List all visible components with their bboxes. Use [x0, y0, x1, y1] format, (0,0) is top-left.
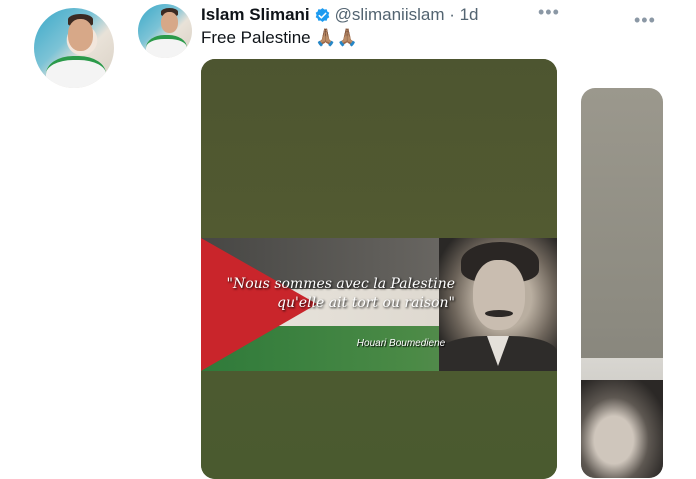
tweet-media-image[interactable]: "Nous sommes avec la Palestine qu'elle a…: [201, 59, 557, 479]
banner-author: Houari Boumediene: [356, 338, 446, 349]
portrait-photo: [439, 238, 557, 371]
adjacent-media-portrait: [581, 380, 663, 478]
author-name[interactable]: Islam Slimani: [201, 5, 310, 25]
profile-avatar-large[interactable]: [34, 8, 114, 88]
media-background-bottom: [201, 371, 557, 479]
tweet-header: Islam Slimani @slimaniislam · 1d: [201, 4, 479, 26]
palestine-banner: "Nous sommes avec la Palestine qu'elle a…: [201, 238, 557, 371]
avatar-face: [67, 19, 94, 52]
author-handle-time[interactable]: @slimaniislam · 1d: [335, 5, 479, 25]
more-options-icon[interactable]: •••: [538, 2, 560, 23]
portrait-mustache: [485, 310, 513, 317]
author-avatar[interactable]: [138, 4, 192, 58]
media-background: [201, 59, 557, 239]
avatar-face: [160, 11, 178, 34]
verified-badge-icon: [314, 7, 331, 24]
avatar-shirt: [46, 56, 106, 88]
tweet-text: Free Palestine 🙏🏽🙏🏽: [201, 28, 358, 47]
banner-quote: "Nous sommes avec la Palestine qu'elle a…: [226, 276, 455, 311]
adjacent-tweet-media[interactable]: [581, 88, 663, 478]
more-options-icon-secondary[interactable]: •••: [634, 10, 656, 31]
avatar-shirt: [146, 35, 187, 58]
portrait-face: [473, 260, 525, 330]
